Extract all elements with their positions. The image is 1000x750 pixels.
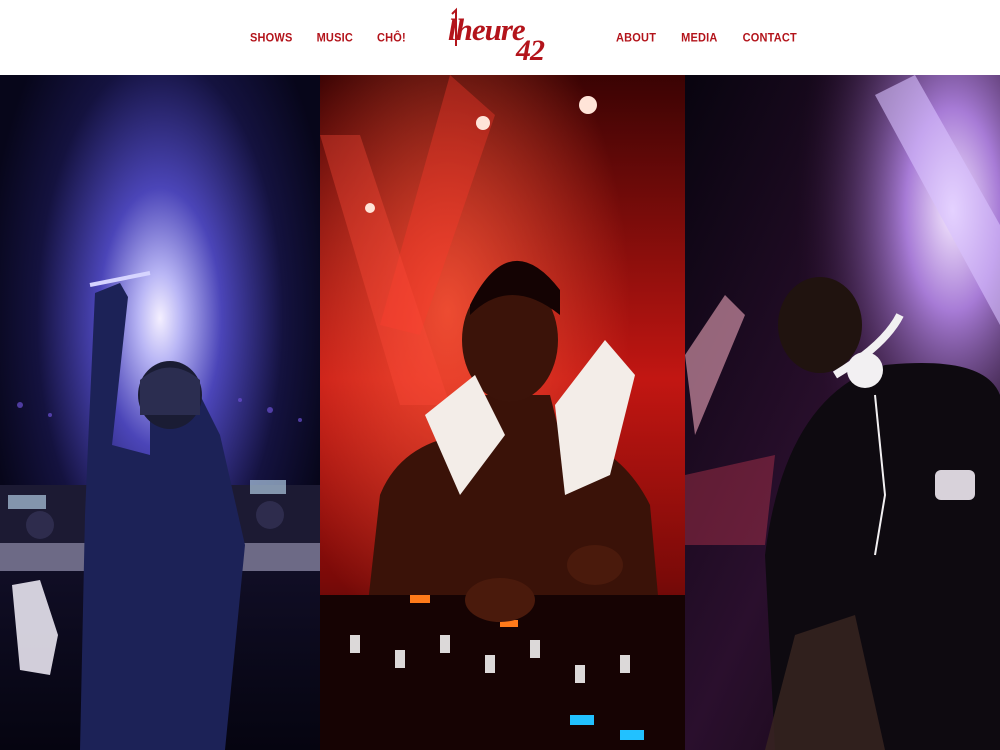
svg-text:lheure: lheure bbox=[448, 12, 526, 47]
site-header: SHOWS MUSIC CHÔ! lheure 42 ABOUT MEDIA C… bbox=[0, 0, 1000, 75]
nav-link-about[interactable]: ABOUT bbox=[616, 31, 656, 44]
logo-wordmark-icon: lheure 42 bbox=[448, 7, 546, 66]
nav-link-music[interactable]: MUSIC bbox=[317, 31, 353, 44]
nav-link-shows[interactable]: SHOWS bbox=[250, 31, 293, 44]
gallery-photo-2[interactable] bbox=[320, 75, 685, 750]
gallery-photo-3[interactable] bbox=[685, 75, 1000, 750]
nav-link-cho[interactable]: CHÔ! bbox=[377, 31, 406, 44]
brand-logo[interactable]: lheure 42 bbox=[446, 6, 558, 66]
dj-photo-red-image bbox=[320, 75, 685, 750]
nav-link-contact[interactable]: CONTACT bbox=[743, 31, 797, 44]
gallery-photo-1[interactable] bbox=[0, 75, 320, 750]
dj-photo-purple-image bbox=[685, 75, 1000, 750]
dj-photo-blue-image bbox=[0, 75, 320, 750]
photo-gallery bbox=[0, 75, 1000, 750]
nav-left: SHOWS MUSIC CHÔ! bbox=[250, 0, 406, 75]
svg-text:42: 42 bbox=[515, 34, 545, 66]
nav-right: ABOUT MEDIA CONTACT bbox=[616, 0, 797, 75]
nav-link-media[interactable]: MEDIA bbox=[681, 31, 717, 44]
